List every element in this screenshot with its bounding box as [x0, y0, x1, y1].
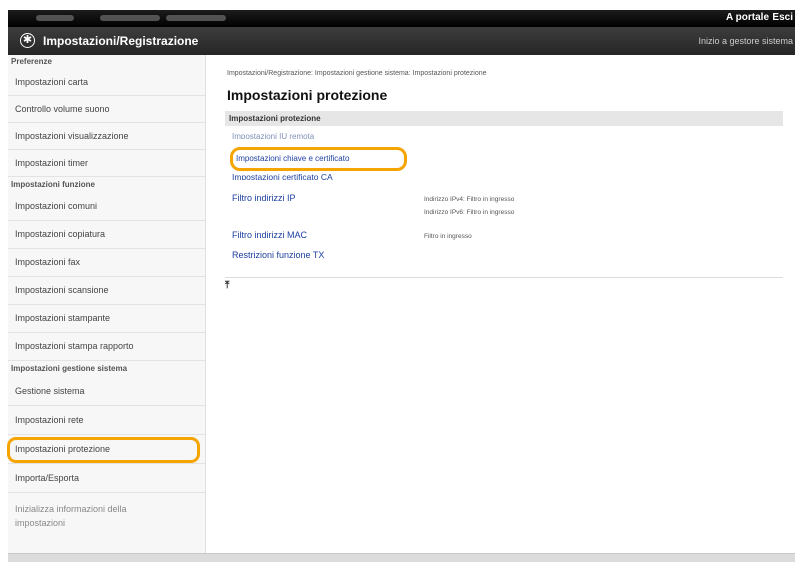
printer-model-blur	[166, 15, 226, 21]
section-header: Impostazioni protezione	[225, 111, 783, 126]
sidebar-section-preferences: Preferenze	[11, 57, 52, 66]
title-bar: ✱ Impostazioni/Registrazione Inizio a ge…	[8, 27, 795, 55]
sidebar-item-paper-settings[interactable]: Impostazioni carta	[8, 69, 205, 96]
sidebar-item-label: Impostazioni protezione	[15, 444, 111, 454]
go-to-top-icon[interactable]: ⤒	[225, 281, 229, 291]
sidebar-item-report-print-settings[interactable]: Impostazioni stampa rapporto	[8, 333, 205, 361]
sidebar-item-display-settings[interactable]: Impostazioni visualizzazione	[8, 123, 205, 150]
system-manager-link[interactable]: Inizio a gestore sistema	[698, 36, 793, 46]
sidebar-item-common-settings[interactable]: Impostazioni comuni	[8, 193, 205, 221]
sidebar-section-system-management: Impostazioni gestione sistema	[11, 364, 128, 373]
top-bar: A portale Esci	[8, 10, 795, 27]
link-ca-certificate-settings[interactable]: Impostazioni certificato CA	[232, 173, 333, 180]
content-divider	[225, 277, 783, 278]
sidebar-section-function-settings: Impostazioni funzione	[11, 180, 95, 189]
sidebar: Preferenze Impostazioni carta Controllo …	[7, 55, 206, 553]
sidebar-item-volume-settings[interactable]: Controllo volume suono	[8, 96, 205, 123]
sidebar-item-timer-settings[interactable]: Impostazioni timer	[8, 150, 205, 177]
settings-wrench-icon: ✱	[20, 33, 35, 48]
sidebar-item-label-line1: Inizializza informazioni della	[15, 504, 127, 514]
sidebar-item-fax-settings[interactable]: Impostazioni fax	[8, 249, 205, 277]
breadcrumb: Impostazioni/Registrazione: Impostazioni…	[227, 70, 487, 77]
sidebar-item-import-export[interactable]: Importa/Esporta	[8, 464, 205, 493]
page-title: Impostazioni protezione	[227, 87, 388, 103]
link-remote-ui-settings[interactable]: Impostazioni IU remota	[232, 133, 314, 139]
logout-link[interactable]: Esci	[772, 12, 793, 23]
sidebar-item-security-settings[interactable]: Impostazioni protezione	[7, 435, 205, 464]
sidebar-item-network-settings[interactable]: Impostazioni rete	[8, 406, 205, 435]
ip-filter-detail-ipv4: Indirizzo IPv4: Filtro in ingresso	[424, 196, 515, 203]
printer-model-blur	[100, 15, 160, 21]
portal-link[interactable]: A portale	[726, 12, 769, 23]
link-tx-function-restrictions[interactable]: Restrizioni funzione TX	[232, 250, 324, 260]
link-ip-address-filter[interactable]: Filtro indirizzi IP	[232, 193, 296, 203]
link-mac-address-filter[interactable]: Filtro indirizzi MAC	[232, 230, 307, 240]
ip-filter-detail-ipv6: Indirizzo IPv6: Filtro in ingresso	[424, 209, 515, 216]
sidebar-item-scan-settings[interactable]: Impostazioni scansione	[8, 277, 205, 305]
page-app-title: Impostazioni/Registrazione	[43, 34, 199, 48]
printer-name-blur	[36, 15, 74, 21]
sidebar-item-initialize-info[interactable]: Inizializza informazioni della impostazi…	[8, 493, 205, 531]
sidebar-item-printer-settings[interactable]: Impostazioni stampante	[8, 305, 205, 333]
sidebar-item-label-line2: impostazioni	[15, 518, 66, 528]
mac-filter-detail: Filtro in ingresso	[424, 233, 472, 240]
sidebar-item-copy-settings[interactable]: Impostazioni copiatura	[8, 221, 205, 249]
link-key-certificate-settings[interactable]: Impostazioni chiave e certificato	[236, 154, 349, 163]
sidebar-item-system-management[interactable]: Gestione sistema	[8, 377, 205, 406]
